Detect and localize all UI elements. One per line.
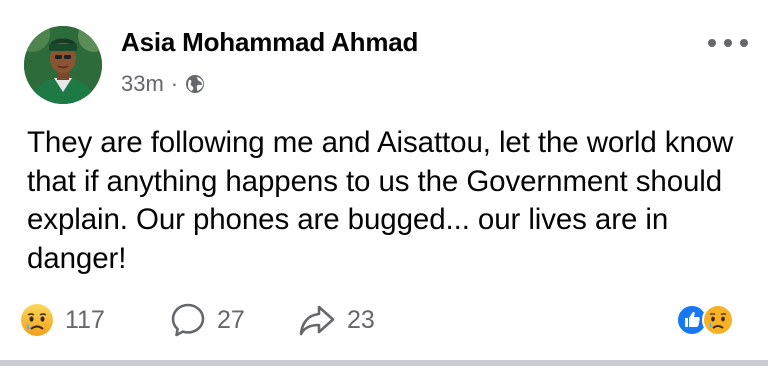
globe-icon[interactable] [185,74,205,94]
reaction-summary[interactable] [676,303,736,337]
comment-bubble-icon [171,303,205,337]
author-name[interactable]: Asia Mohammad Ahmad [121,27,418,58]
profile-photo [24,26,102,104]
post-timestamp[interactable]: 33m [121,71,164,97]
post-actions: 117 27 23 [20,298,748,342]
sad-face-icon [21,304,53,336]
post-meta: 33m · [121,71,205,97]
ellipsis-icon [740,39,748,47]
reaction-button[interactable]: 117 [20,298,105,342]
ellipsis-icon [708,39,716,47]
post-text: They are following me and Aisattou, let … [27,126,734,275]
sad-face-icon [702,304,734,336]
share-arrow-icon [299,305,335,336]
ellipsis-icon [724,39,732,47]
feed-divider [0,360,768,366]
avatar[interactable] [24,26,102,104]
share-button[interactable]: 23 [298,298,375,342]
share-count: 23 [347,305,375,334]
meta-separator: · [170,71,179,96]
reaction-count: 117 [65,305,105,334]
more-options-button[interactable] [708,36,748,50]
comment-count: 27 [217,305,245,334]
facebook-post: Asia Mohammad Ahmad 33m · They are follo… [0,0,768,366]
comment-button[interactable]: 27 [170,298,245,342]
